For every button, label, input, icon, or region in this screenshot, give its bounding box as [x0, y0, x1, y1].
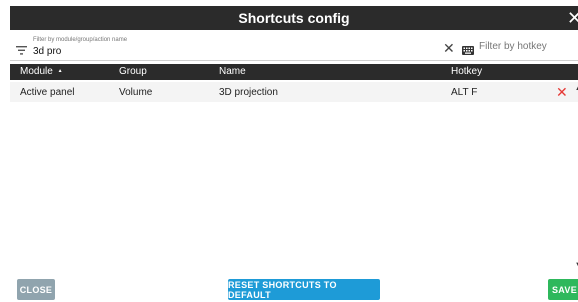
save-button[interactable]: SAVE: [548, 279, 578, 300]
cell-hotkey[interactable]: ALT F: [451, 87, 477, 98]
column-header-module[interactable]: Module ▲: [20, 66, 63, 77]
column-header-group[interactable]: Group: [119, 66, 147, 77]
sort-ascending-icon: ▲: [57, 68, 63, 75]
dialog-title-bar: Shortcuts config ✕: [10, 6, 578, 30]
cell-name: 3D projection: [219, 87, 278, 98]
search-input[interactable]: 3d pro: [33, 46, 61, 57]
close-dialog-icon[interactable]: ✕: [567, 7, 578, 29]
filter-underline: [10, 60, 578, 61]
delete-icon[interactable]: ✕: [556, 84, 568, 101]
cell-module: Active panel: [20, 87, 75, 98]
cell-group: Volume: [119, 87, 153, 98]
dialog-title: Shortcuts config: [238, 10, 350, 26]
close-button[interactable]: CLOSE: [17, 279, 55, 300]
column-header-hotkey[interactable]: Hotkey: [451, 66, 482, 77]
filter-bar: Filter by module/group/action name 3d pr…: [10, 33, 578, 61]
reset-shortcuts-button[interactable]: RESET SHORTCUTS TO DEFAULT: [228, 279, 380, 300]
table-row[interactable]: Active panel Volume 3D projection ALT F …: [10, 82, 578, 102]
filter-icon: [16, 42, 27, 60]
clear-filter-icon[interactable]: ✕: [443, 40, 455, 57]
table-header: Module ▲ Group Name Hotkey: [10, 64, 578, 80]
column-header-name[interactable]: Name: [219, 66, 246, 77]
filter-caption: Filter by module/group/action name: [33, 37, 128, 43]
keyboard-icon: [462, 42, 474, 60]
hotkey-filter-input[interactable]: Filter by hotkey: [479, 41, 547, 52]
column-header-module-label: Module: [20, 66, 53, 77]
